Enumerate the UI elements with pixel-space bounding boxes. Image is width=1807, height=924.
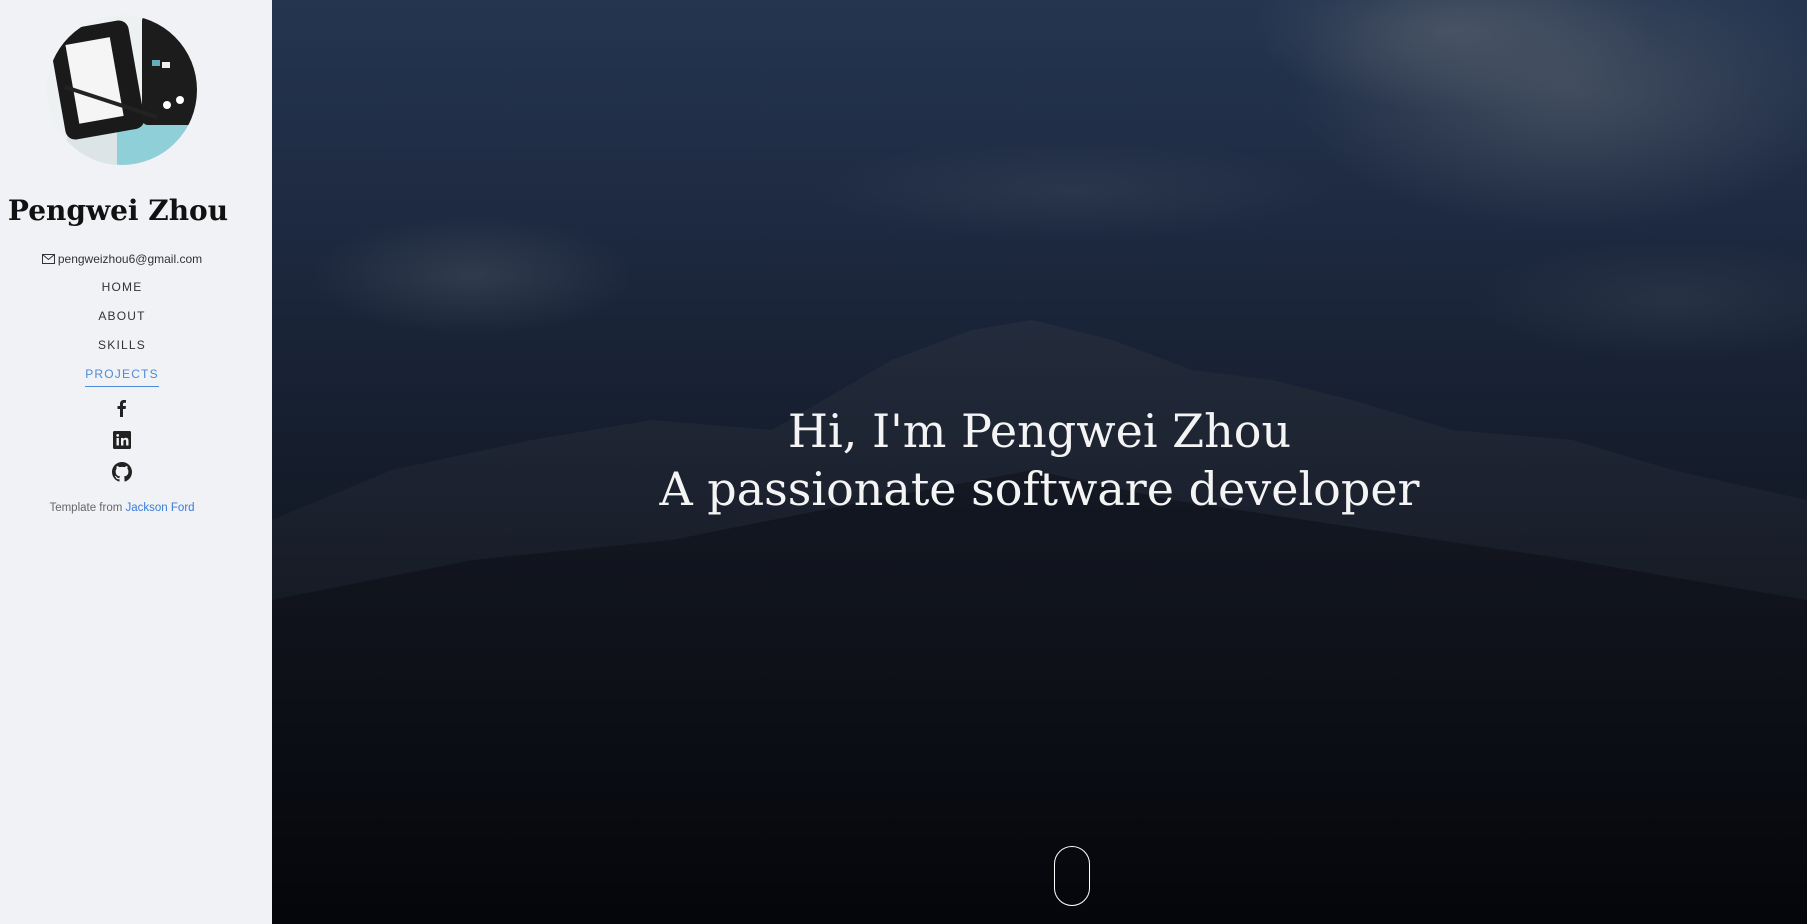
mail-icon <box>41 253 55 267</box>
hero-line-1: Hi, I'm Pengwei Zhou <box>787 404 1292 458</box>
social-links <box>0 398 244 494</box>
hero-heading: Hi, I'm Pengwei Zhou A passionate softwa… <box>272 402 1807 518</box>
credit-link[interactable]: Jackson Ford <box>126 502 195 514</box>
nav-item-home: HOME <box>0 276 244 305</box>
template-credit: Template from Jackson Ford <box>0 502 244 514</box>
nav-link-home[interactable]: HOME <box>102 277 143 299</box>
nav-link-about[interactable]: ABOUT <box>98 306 145 328</box>
site-name: Pengwei Zhou <box>7 194 229 227</box>
facebook-icon[interactable] <box>112 398 132 418</box>
nav-item-projects: PROJECTS <box>0 363 244 392</box>
scroll-down-icon[interactable] <box>1054 846 1090 906</box>
credit-prefix: Template from <box>49 502 123 514</box>
hero-line-2: A passionate software developer <box>659 462 1420 516</box>
avatar <box>47 15 197 165</box>
linkedin-icon[interactable] <box>112 430 132 450</box>
sidebar: Pengwei Zhou pengweizhou6@gmail.com HOME… <box>0 0 272 924</box>
avatar-image <box>47 15 197 165</box>
nav-item-skills: SKILLS <box>0 334 244 363</box>
hero-section: Hi, I'm Pengwei Zhou A passionate softwa… <box>272 0 1807 924</box>
email-link[interactable]: pengweizhou6@gmail.com <box>0 252 244 267</box>
github-icon[interactable] <box>112 462 132 482</box>
nav-link-skills[interactable]: SKILLS <box>98 335 146 357</box>
nav-item-about: ABOUT <box>0 305 244 334</box>
email-text: pengweizhou6@gmail.com <box>57 252 203 266</box>
nav-link-projects[interactable]: PROJECTS <box>85 364 159 387</box>
main-nav: HOME ABOUT SKILLS PROJECTS <box>0 276 244 392</box>
